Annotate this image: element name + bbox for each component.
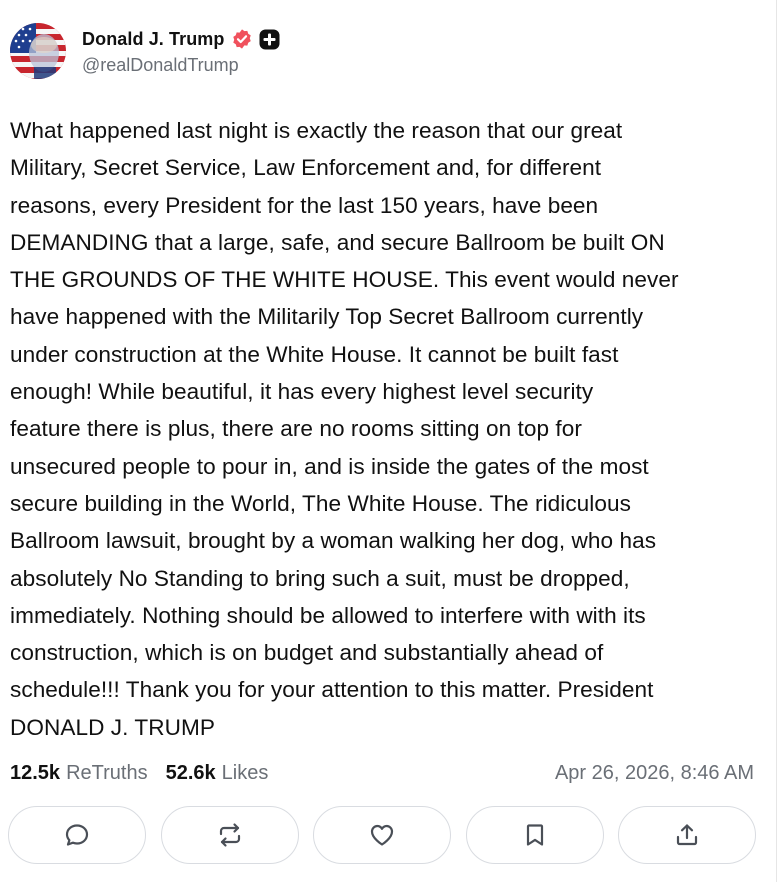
bookmark-icon (526, 824, 543, 846)
page-divider (776, 0, 777, 882)
post-timestamp[interactable]: Apr 26, 2026, 8:46 AM (555, 762, 754, 785)
share-icon (676, 824, 698, 846)
post-body-text: What happened last night is exactly the … (10, 118, 679, 740)
like-button[interactable] (313, 806, 451, 864)
flag-portrait-avatar-icon (10, 23, 66, 79)
verified-badge-icon (231, 28, 253, 50)
likes-label: Likes (221, 761, 269, 784)
author-name-row: Donald J. Trump (82, 26, 280, 52)
avatar[interactable] (10, 23, 66, 79)
reply-button[interactable] (8, 806, 146, 864)
share-button[interactable] (618, 806, 756, 864)
author-display-name[interactable]: Donald J. Trump (82, 29, 225, 50)
likes-stat[interactable]: 52.6k Likes (166, 762, 269, 785)
bookmark-button[interactable] (465, 806, 604, 864)
like-icon (370, 824, 394, 846)
plus-badge-icon (259, 29, 280, 50)
retruths-count: 12.5k (10, 761, 61, 784)
retruths-stat[interactable]: 12.5k ReTruths (10, 762, 148, 785)
reply-icon (65, 824, 89, 846)
post-header: Donald J. Trump @realDonaldTrump (10, 22, 280, 80)
retruth-button[interactable] (160, 806, 299, 864)
author-handle[interactable]: @realDonaldTrump (82, 55, 280, 76)
retruths-label: ReTruths (66, 761, 148, 784)
likes-count: 52.6k (165, 761, 216, 784)
author-names: Donald J. Trump @realDonaldTrump (82, 26, 280, 76)
post-actions (8, 806, 756, 866)
retruth-icon (219, 823, 240, 847)
post-stats: 12.5k ReTruths 52.6k Likes Apr 26, 2026,… (10, 758, 754, 788)
